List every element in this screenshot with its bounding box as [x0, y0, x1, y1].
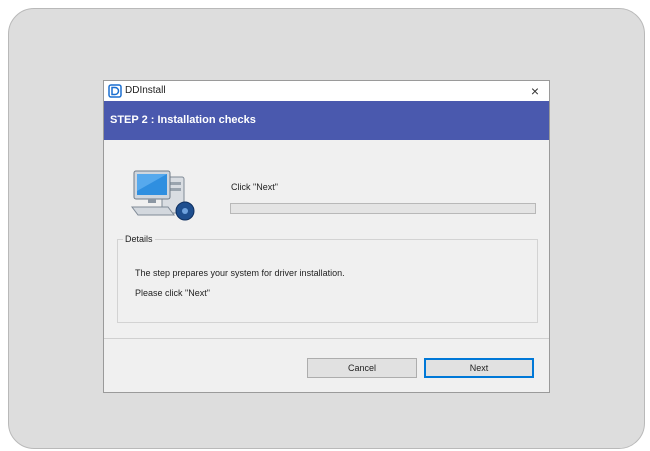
title-bar: DDInstall × — [104, 81, 549, 101]
step-banner: STEP 2 : Installation checks — [104, 101, 549, 140]
computer-setup-icon — [131, 170, 195, 221]
step-title: STEP 2 : Installation checks — [110, 114, 256, 126]
details-line-2: Please click "Next" — [135, 288, 210, 298]
window-title: DDInstall — [125, 85, 166, 96]
details-legend: Details — [123, 234, 155, 244]
status-text: Click "Next" — [231, 182, 278, 192]
ddinstall-app-icon — [108, 84, 122, 98]
next-button[interactable]: Next — [424, 358, 534, 378]
close-icon[interactable]: × — [521, 81, 549, 101]
footer-separator — [104, 338, 549, 339]
cancel-button[interactable]: Cancel — [307, 358, 417, 378]
details-group: Details The step prepares your system fo… — [117, 234, 538, 323]
details-line-1: The step prepares your system for driver… — [135, 268, 345, 278]
installer-dialog: DDInstall × STEP 2 : Installation checks… — [103, 80, 550, 393]
progress-bar — [230, 203, 536, 214]
